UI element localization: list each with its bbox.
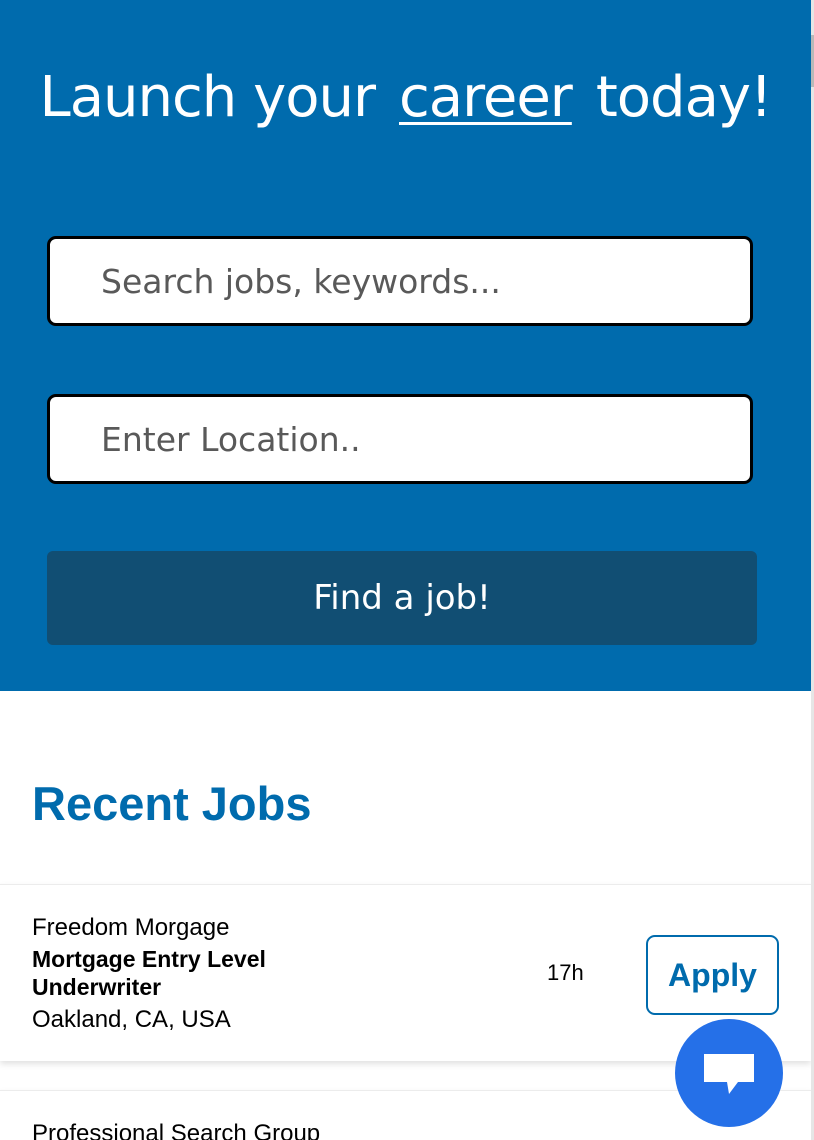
job-location: Oakland, CA, USA [32,1006,231,1033]
keywords-field [47,236,753,326]
headline-text-start: Launch your [39,65,376,130]
find-job-button[interactable]: Find a job! [47,551,757,645]
job-board-page: Launch yourcareertoday! Find a job! Rece… [0,0,814,1140]
job-company: Professional Search Group [32,1120,321,1140]
chat-bubble-icon [704,1054,754,1094]
headline-career-link[interactable]: career [387,65,584,130]
job-title[interactable]: Mortgage Entry Level Underwriter [32,945,352,1001]
hero-search-panel: Launch yourcareertoday! Find a job! [0,0,811,691]
chat-launcher-button[interactable] [675,1019,783,1127]
job-posted-age: 17h [547,960,584,985]
recent-jobs-title: Recent Jobs [32,777,312,830]
location-input[interactable] [101,397,721,481]
keywords-search-input[interactable] [101,239,721,323]
headline-text-end: today! [595,65,773,130]
job-company: Freedom Morgage [32,914,230,941]
location-field [47,394,753,484]
apply-button[interactable]: Apply [646,935,779,1015]
hero-headline: Launch your career today! [0,62,811,134]
